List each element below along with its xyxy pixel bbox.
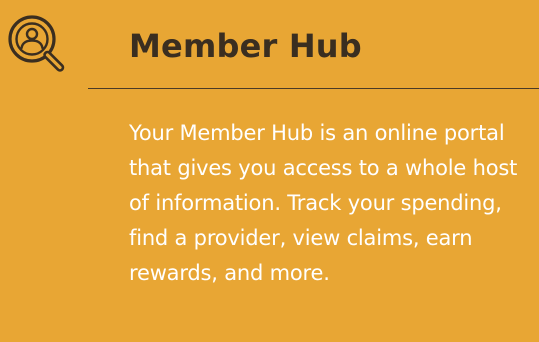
member-hub-card: Member Hub Your Member Hub is an online … [0, 0, 539, 342]
title-divider [88, 88, 539, 89]
member-search-icon [0, 8, 88, 80]
card-description: Your Member Hub is an online portal that… [129, 121, 518, 285]
card-title: Member Hub [129, 27, 362, 65]
